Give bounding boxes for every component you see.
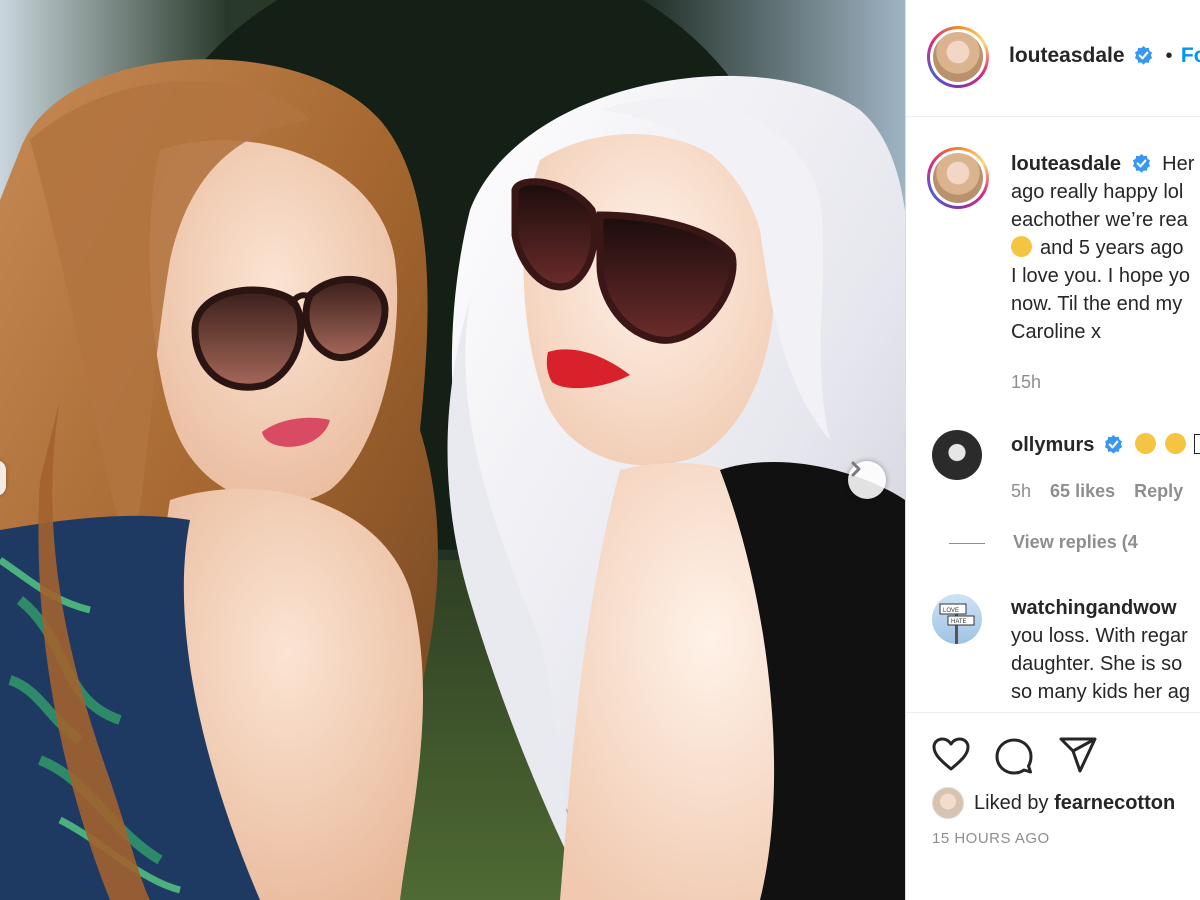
- commenter-username[interactable]: ollymurs: [1011, 434, 1094, 456]
- author-username[interactable]: louteasdale: [1009, 44, 1125, 67]
- heart-outline-icon: [1194, 434, 1200, 454]
- caption-text-line: I love you. I hope yo: [1011, 265, 1191, 287]
- sad-emoji-icon: [1135, 433, 1157, 454]
- comment-timestamp[interactable]: 5h: [1011, 481, 1031, 501]
- comment-line: ollymurs: [1011, 433, 1200, 457]
- comment-icon[interactable]: [995, 737, 1033, 775]
- caption-text-line: eachother we’re rea: [1011, 209, 1188, 231]
- author-avatar[interactable]: [927, 26, 989, 88]
- view-replies-label: View replies (4: [1013, 532, 1138, 552]
- view-replies-button[interactable]: View replies (4: [949, 532, 1138, 553]
- photo-illustration: [0, 0, 905, 900]
- caption-text-line: now. Til the end my: [1011, 293, 1183, 315]
- separator-dot: •: [1165, 45, 1173, 67]
- author-line: louteasdale • Fo: [1009, 44, 1200, 68]
- liker-avatar[interactable]: [932, 787, 964, 819]
- caption-text-line: ago really happy lol: [1011, 181, 1184, 203]
- post-header: louteasdale • Fo: [906, 0, 1200, 117]
- verified-badge-icon: [1104, 435, 1122, 454]
- svg-text:HATE: HATE: [951, 619, 967, 625]
- liker-username[interactable]: fearnecotton: [1054, 792, 1175, 815]
- reply-button[interactable]: Reply: [1134, 481, 1183, 501]
- love-hate-sign-icon: LOVE HATE: [939, 603, 975, 644]
- comment-text-line: daughter. She is so: [1011, 653, 1183, 675]
- heart-icon[interactable]: [932, 737, 970, 771]
- svg-text:LOVE: LOVE: [943, 608, 959, 614]
- post-timestamp[interactable]: 15 HOURS AGO: [932, 830, 1050, 847]
- chevron-right-icon: [851, 461, 861, 477]
- laughing-emoji-icon: [1011, 236, 1032, 257]
- caption-username[interactable]: louteasdale: [1011, 153, 1121, 175]
- liked-by-line: Liked by fearnecotton: [932, 787, 1175, 819]
- caption-text-line: and 5 years ago: [1040, 237, 1184, 259]
- crying-emoji-icon: [1164, 433, 1186, 454]
- post-sidebar: louteasdale • Fo louteasdale Her: [905, 0, 1200, 900]
- post-caption: louteasdale Her ago really happy lol eac…: [1011, 150, 1200, 346]
- share-icon[interactable]: [1059, 737, 1097, 773]
- verified-badge-icon: [1132, 154, 1150, 173]
- commenter-avatar[interactable]: [932, 430, 982, 480]
- caption-text-line-emoji: and 5 years ago: [1011, 234, 1200, 262]
- liked-by-prefix: Liked by: [974, 791, 1055, 814]
- post-photo[interactable]: [0, 0, 905, 900]
- caption-timestamp[interactable]: 15h: [1011, 372, 1041, 393]
- comment-text-line: you loss. With regar: [1011, 625, 1188, 647]
- commenter-avatar[interactable]: LOVE HATE: [932, 594, 982, 644]
- comment-meta: 5h 65 likes Reply: [1011, 481, 1183, 502]
- commenter-username[interactable]: watchingandwow: [1011, 594, 1190, 622]
- follow-button[interactable]: Fo: [1181, 44, 1200, 67]
- caption-text-line: Her: [1162, 153, 1195, 175]
- comment-text-line: so many kids her ag: [1011, 681, 1190, 703]
- comment-text: watchingandwow you loss. With regar daug…: [1011, 594, 1190, 706]
- caption-text-line: Caroline x: [1011, 321, 1102, 343]
- instagram-post-view: louteasdale • Fo louteasdale Her: [0, 0, 1200, 900]
- next-image-button[interactable]: [848, 461, 886, 499]
- comment-likes[interactable]: 65 likes: [1050, 481, 1115, 501]
- verified-badge-icon: [1134, 46, 1153, 65]
- caption-author-avatar[interactable]: [927, 147, 989, 209]
- replies-divider: [949, 542, 985, 544]
